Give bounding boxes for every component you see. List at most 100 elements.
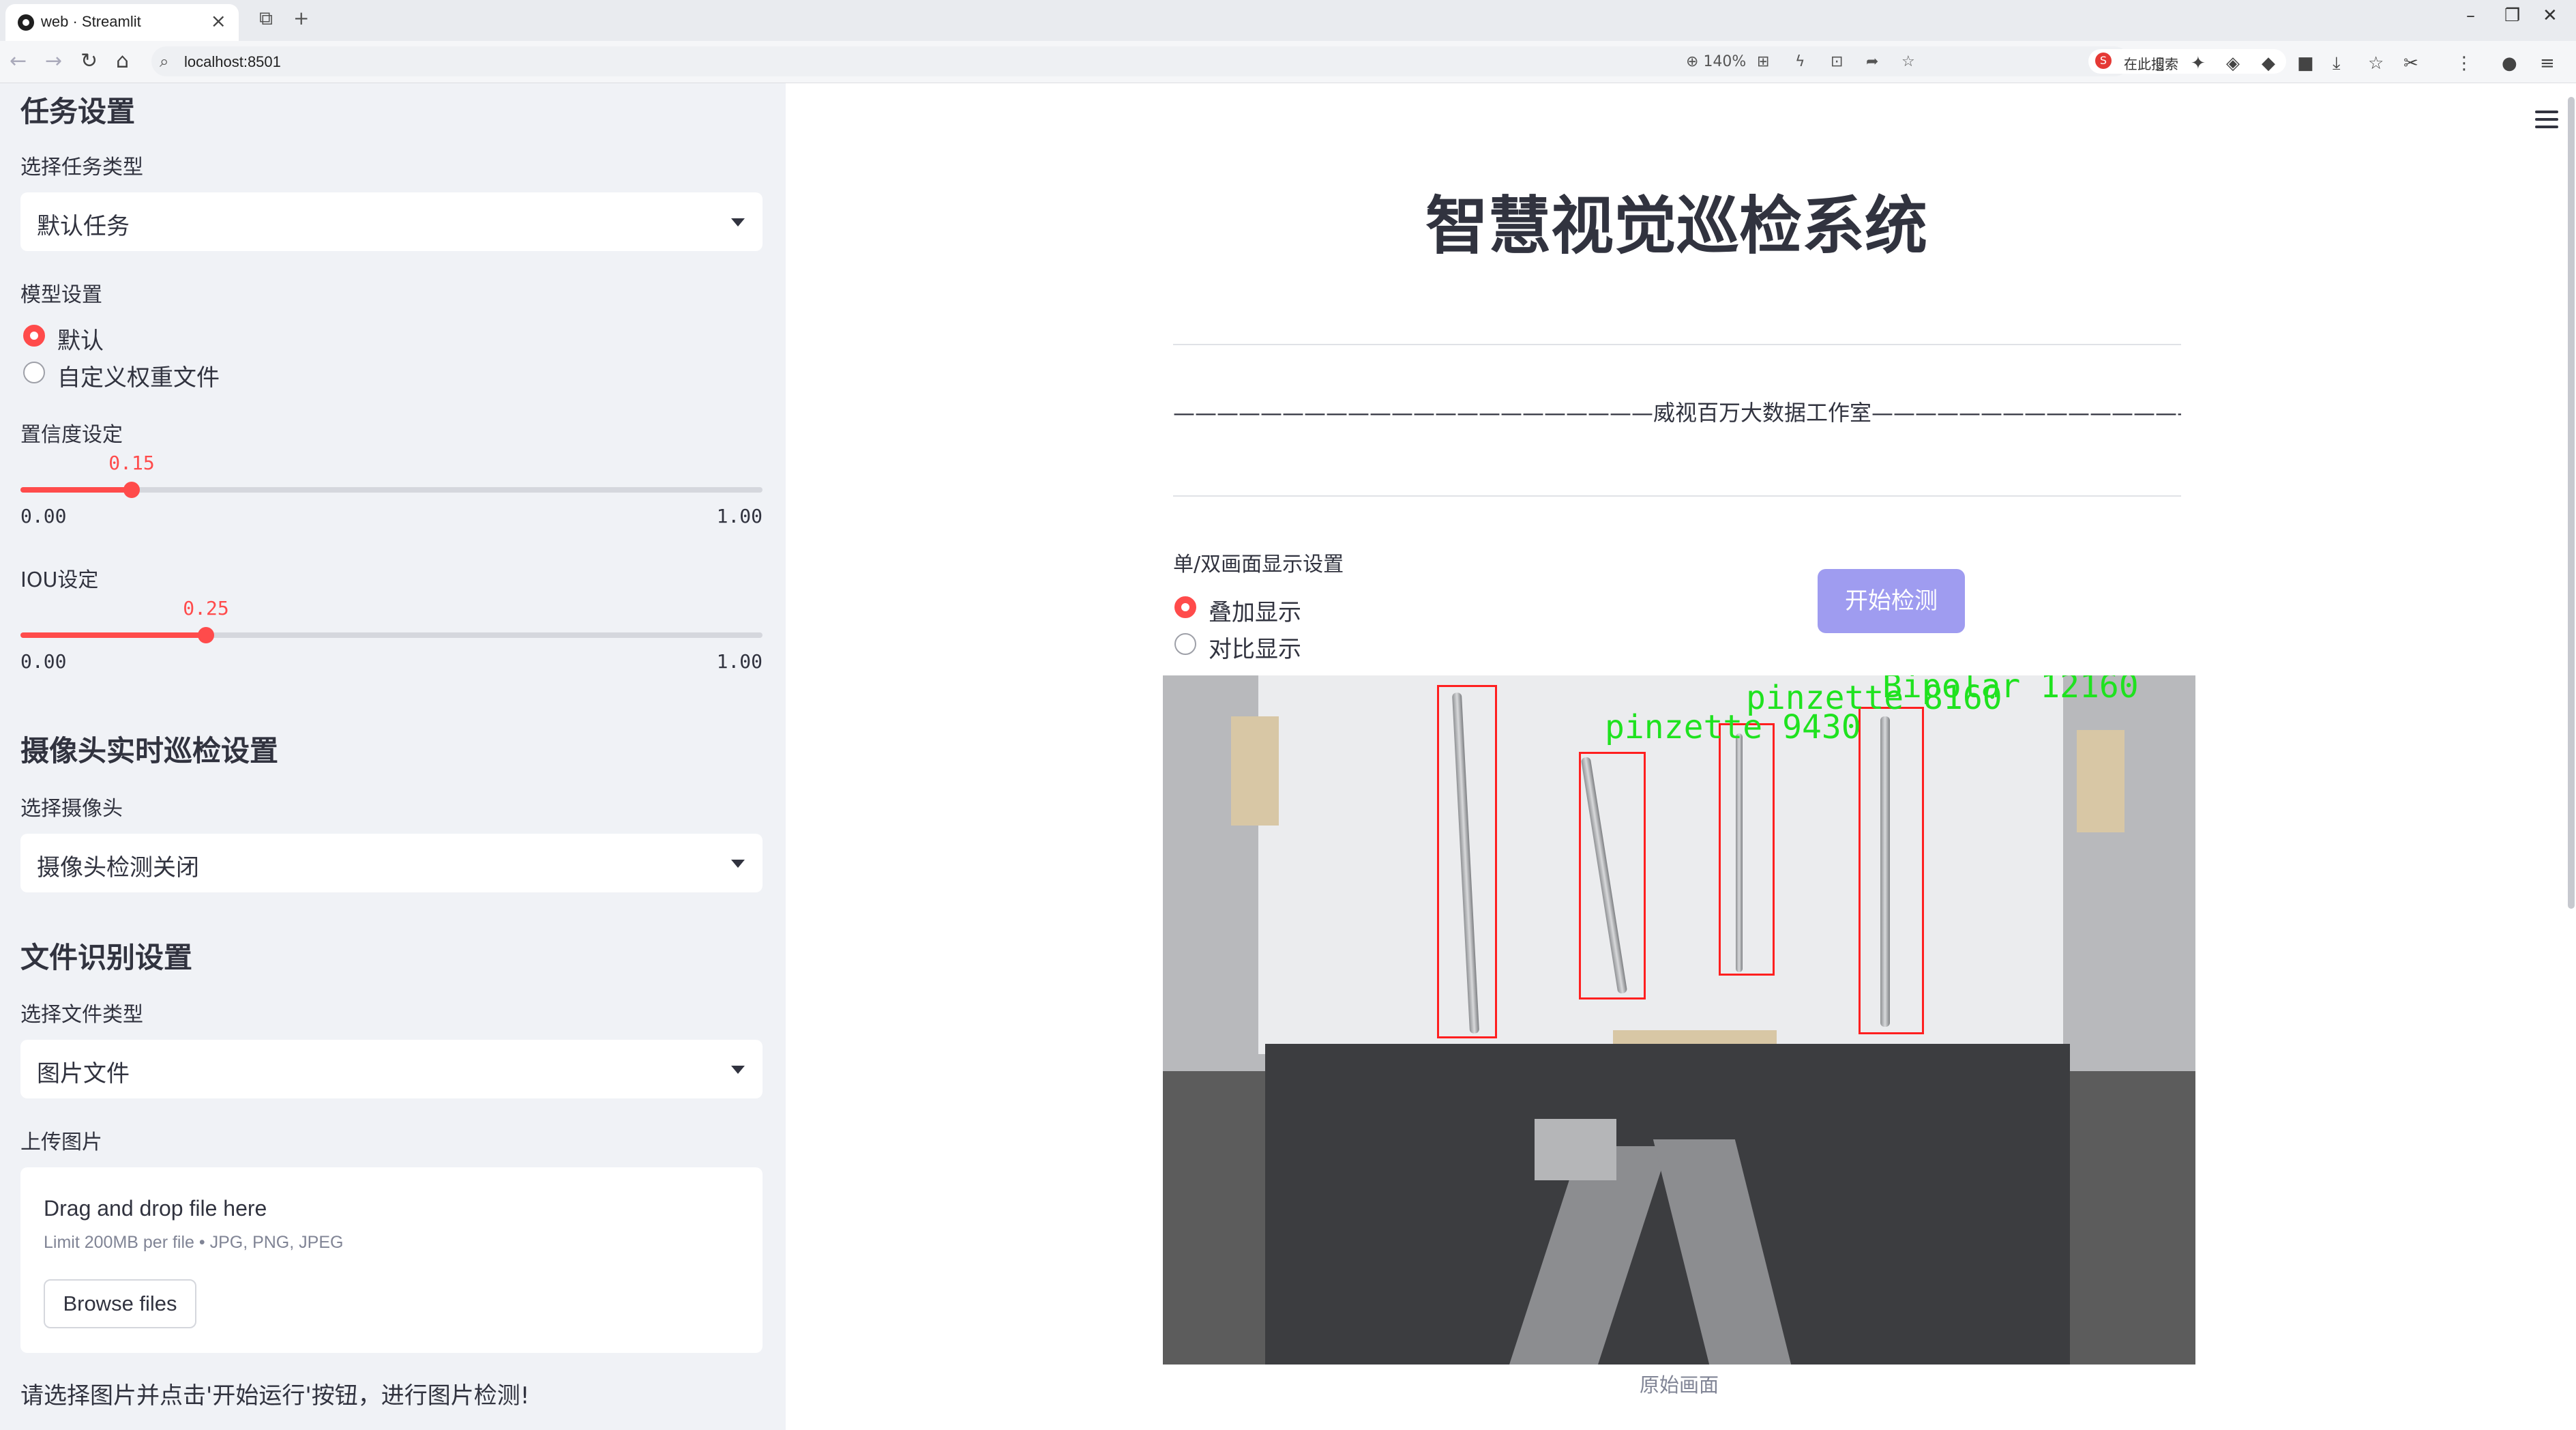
camera-label: 选择摄像头 (20, 797, 123, 821)
search-box[interactable]: S 在此搜索 (2088, 49, 2286, 74)
back-icon[interactable]: ← (10, 49, 27, 73)
file-type-value: 图片文件 (37, 1060, 130, 1088)
iou-slider[interactable]: 0.25 0.00 1.00 (20, 597, 763, 679)
address-toolbar: ← → ↻ ⌂ ⌕ localhost:8501 ⊕ 140% ⊞ ϟ ⊡ ➦ … (0, 41, 2576, 83)
divider (1173, 344, 2181, 345)
radio-unselected-icon[interactable] (1174, 633, 1196, 655)
extension-icon[interactable]: ■ (2297, 53, 2314, 74)
scene-tape (2077, 730, 2125, 832)
zoom-indicator[interactable]: ⊕ 140% (1686, 53, 1746, 70)
model-label: 模型设置 (20, 283, 102, 307)
scene-tape (1231, 716, 1279, 826)
detection-image: pinzette 9430 pinzette 8160 Bipolar 1216… (1163, 675, 2195, 1365)
home-icon[interactable]: ⌂ (116, 49, 129, 73)
maximize-icon[interactable]: ❐ (2504, 5, 2520, 26)
tab-title: web · Streamlit (41, 13, 141, 30)
site-info-icon[interactable]: ⌕ (160, 52, 168, 71)
bookmark-star-icon[interactable]: ☆ (1901, 53, 1915, 70)
tab-groups-icon[interactable]: ⧉ (259, 7, 273, 30)
reload-icon[interactable]: ↻ (80, 49, 98, 73)
radio-label: 对比显示 (1209, 636, 1301, 663)
chevron-down-icon (731, 860, 745, 868)
main-content: 智慧视觉巡检系统 ——————————————————————威视百万大数据工作… (786, 83, 2576, 1430)
minimize-icon[interactable]: – (2466, 5, 2475, 26)
extension-icon[interactable]: ✦ (2191, 53, 2206, 74)
slider-thumb[interactable] (198, 627, 214, 643)
task-type-value: 默认任务 (37, 213, 130, 240)
camera-value: 摄像头检测关闭 (37, 854, 199, 881)
file-type-select[interactable]: 图片文件 (20, 1040, 763, 1098)
task-type-select[interactable]: 默认任务 (20, 192, 763, 251)
reader-icon[interactable]: ▯ (2155, 53, 2165, 74)
file-section-title: 文件识别设置 (20, 941, 193, 974)
address-bar[interactable]: ⌕ localhost:8501 ⊕ 140% ⊞ ϟ ⊡ ➦ ☆ S 在此搜索 (151, 46, 2286, 76)
download-icon[interactable]: ⤓ (2333, 53, 2341, 74)
dropzone-title: Drag and drop file here (44, 1196, 267, 1221)
slider-max: 1.00 (716, 650, 763, 673)
slider-min: 0.00 (20, 505, 67, 527)
confidence-slider[interactable]: 0.15 0.00 1.00 (20, 452, 763, 534)
detection-box (1437, 685, 1497, 1038)
divider (1173, 495, 2181, 497)
task-type-label: 选择任务类型 (20, 156, 143, 179)
file-type-label: 选择文件类型 (20, 1003, 143, 1027)
scrollbar[interactable] (2568, 97, 2575, 909)
radio-selected-icon[interactable] (1174, 596, 1196, 618)
detection-label: Bipolar 12160 (1882, 675, 2139, 705)
favorites-icon[interactable]: ☆ (2368, 53, 2384, 74)
start-detection-button[interactable]: 开始检测 (1818, 569, 1965, 633)
browser-menu-icon[interactable]: ≡ (2540, 53, 2555, 74)
iou-label: IOU设定 (20, 568, 99, 592)
camera-select[interactable]: 摄像头检测关闭 (20, 834, 763, 892)
detection-box (1859, 707, 1924, 1034)
share-icon[interactable]: ➦ (1866, 53, 1878, 70)
search-placeholder: 在此搜索 (2124, 56, 2178, 72)
slider-max: 1.00 (716, 505, 763, 527)
zoom-level: 140% (1703, 53, 1747, 70)
app-menu-icon[interactable] (2535, 111, 2558, 128)
detection-box (1719, 723, 1775, 976)
radio-unselected-icon[interactable] (23, 362, 45, 383)
zoom-icon: ⊕ (1686, 53, 1704, 70)
scene-bracket (1535, 1119, 1616, 1180)
slider-thumb[interactable] (123, 482, 140, 498)
file-dropzone[interactable]: Drag and drop file here Limit 200MB per … (20, 1167, 763, 1353)
radio-label: 自定义权重文件 (57, 364, 220, 392)
tab-close-icon[interactable]: × (211, 10, 226, 32)
confidence-label: 置信度设定 (20, 423, 123, 447)
image-caption: 原始画面 (1639, 1373, 1719, 1397)
camera-section-title: 摄像头实时巡检设置 (20, 734, 279, 768)
slider-fill (20, 632, 206, 638)
browser-tab-bar: web · Streamlit × ⧉ + – ❐ ✕ (0, 0, 2576, 41)
upload-label: 上传图片 (20, 1130, 102, 1154)
translate-icon[interactable]: ⊞ (1757, 53, 1769, 70)
new-tab-icon[interactable]: + (293, 7, 309, 29)
upload-hint: 请选择图片并点击'开始运行'按钮，进行图片检测! (20, 1382, 530, 1410)
dropzone-limit: Limit 200MB per file • JPG, PNG, JPEG (44, 1233, 344, 1252)
radio-label: 默认 (57, 327, 104, 355)
radio-label: 叠加显示 (1209, 599, 1301, 626)
close-window-icon[interactable]: ✕ (2543, 5, 2558, 26)
profile-avatar[interactable]: ● (2502, 53, 2517, 74)
sidebar: 任务设置 选择任务类型 默认任务 模型设置 默认 自定义权重文件 置信度设定 0… (0, 83, 786, 1430)
url-text[interactable]: localhost:8501 (184, 53, 281, 71)
extension-icon[interactable]: ◈ (2226, 53, 2240, 74)
radio-selected-icon[interactable] (23, 325, 45, 347)
browser-tab[interactable]: web · Streamlit × (5, 4, 239, 41)
forward-icon[interactable]: → (45, 49, 62, 73)
studio-line: ——————————————————————威视百万大数据工作室————————… (1173, 400, 2181, 426)
extension-icon[interactable]: ◆ (2262, 53, 2275, 74)
screenshot-icon[interactable]: ⊡ (1831, 53, 1843, 70)
scene-tray (1265, 1044, 2070, 1365)
lightning-icon[interactable]: ϟ (1795, 53, 1805, 70)
page-title: 智慧视觉巡检系统 (1425, 190, 1927, 263)
chevron-down-icon (731, 218, 745, 227)
chevron-down-icon (731, 1066, 745, 1074)
detection-box (1579, 752, 1646, 999)
more-menu-icon[interactable]: ⋮ (2455, 53, 2473, 74)
cut-icon[interactable]: ✂ (2403, 53, 2418, 74)
task-section-title: 任务设置 (20, 95, 136, 128)
slider-value: 0.15 (108, 452, 155, 474)
browse-files-button[interactable]: Browse files (44, 1279, 196, 1328)
slider-value: 0.25 (183, 597, 229, 619)
